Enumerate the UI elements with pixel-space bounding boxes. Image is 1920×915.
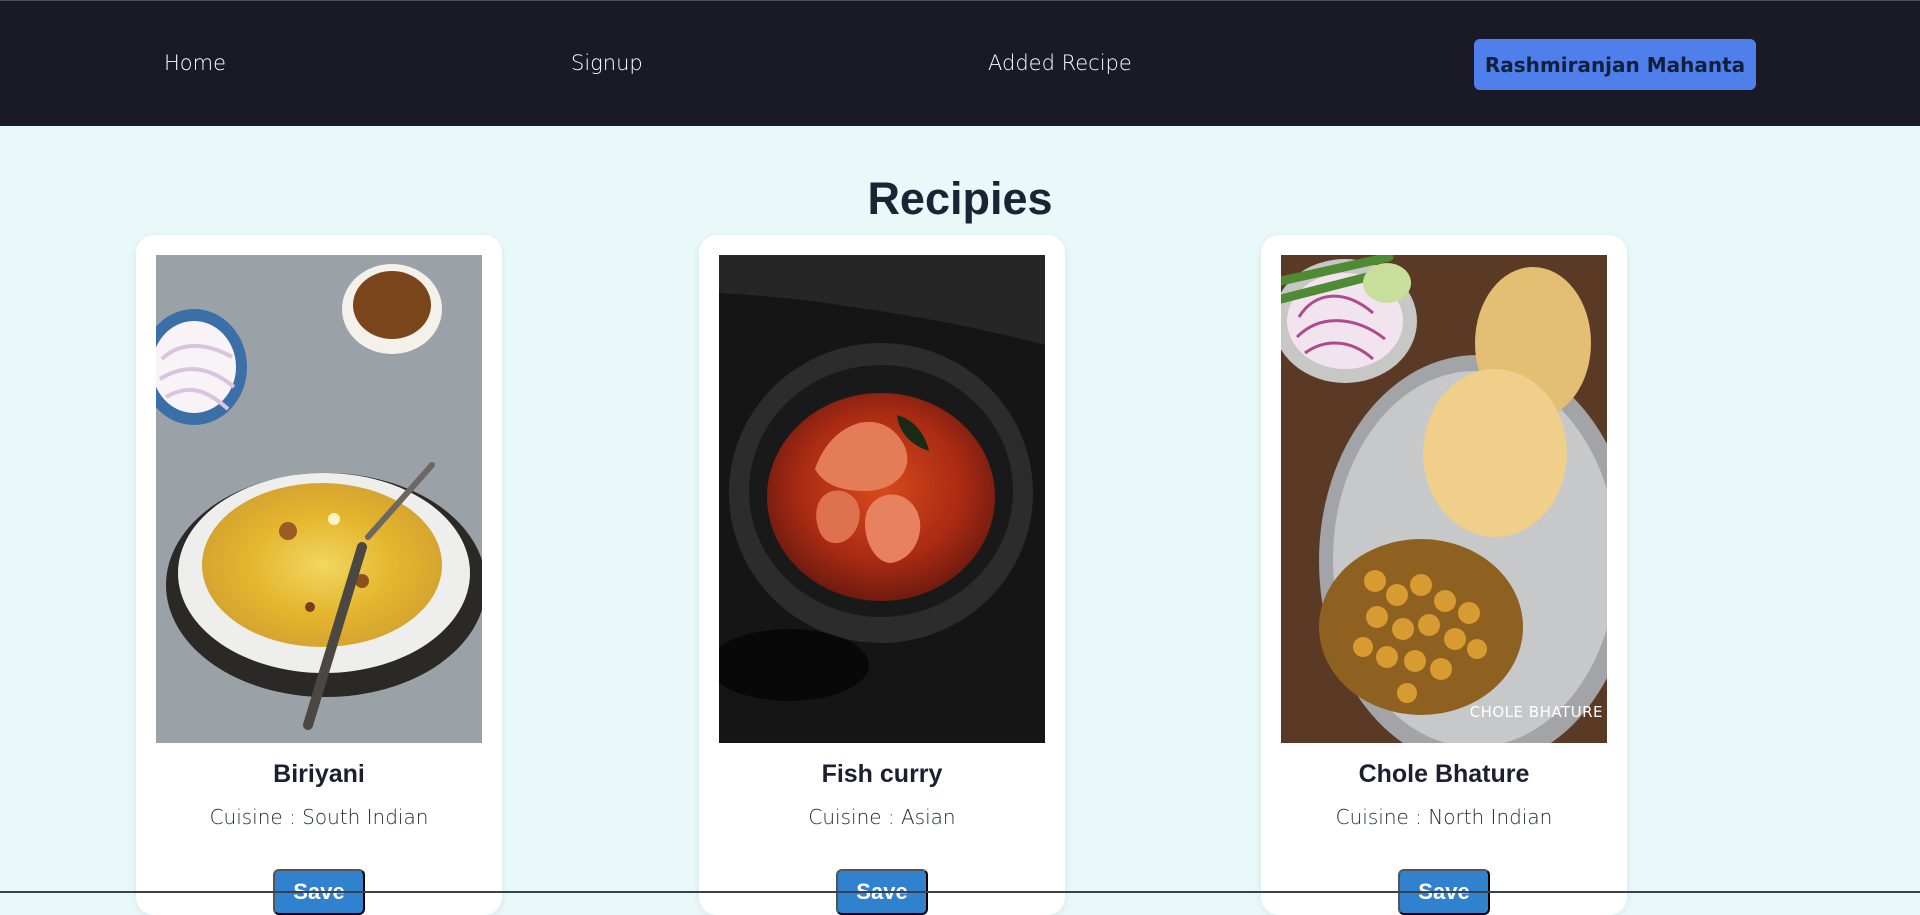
recipe-card-biriyani: Biriyani Cuisine : South Indian Save — [136, 235, 502, 915]
recipe-cuisine: Cuisine : North Indian — [1335, 805, 1553, 829]
recipe-card-chole-bhature: CHOLE BHATURE Chole Bhature Cuisine : No… — [1261, 235, 1627, 915]
top-navbar: Home Signup Added Recipe Rashmiranjan Ma… — [0, 0, 1920, 126]
recipe-cuisine: Cuisine : South Indian — [209, 805, 429, 829]
fish-curry-image — [719, 255, 1045, 743]
fish-curry-image-art — [719, 255, 1045, 743]
recipe-name: Biriyani — [273, 760, 365, 788]
recipe-cuisine: Cuisine : Asian — [808, 805, 956, 829]
chole-bhature-image-watermark: CHOLE BHATURE — [1469, 703, 1603, 721]
user-profile-button[interactable]: Rashmiranjan Mahanta — [1474, 39, 1756, 90]
page-title: Recipies — [867, 173, 1053, 225]
chole-bhature-image-art — [1281, 255, 1607, 743]
nav-signup-link[interactable]: Signup — [571, 51, 643, 75]
biriyani-image-art — [156, 255, 482, 743]
biriyani-image — [156, 255, 482, 743]
recipe-name: Chole Bhature — [1358, 760, 1530, 788]
nav-added-recipe-link[interactable]: Added Recipe — [988, 51, 1132, 75]
recipe-card-fish-curry: Fish curry Cuisine : Asian Save — [699, 235, 1065, 915]
nav-home-link[interactable]: Home — [164, 51, 226, 75]
chole-bhature-image: CHOLE BHATURE — [1281, 255, 1607, 743]
recipe-name: Fish curry — [821, 760, 943, 788]
